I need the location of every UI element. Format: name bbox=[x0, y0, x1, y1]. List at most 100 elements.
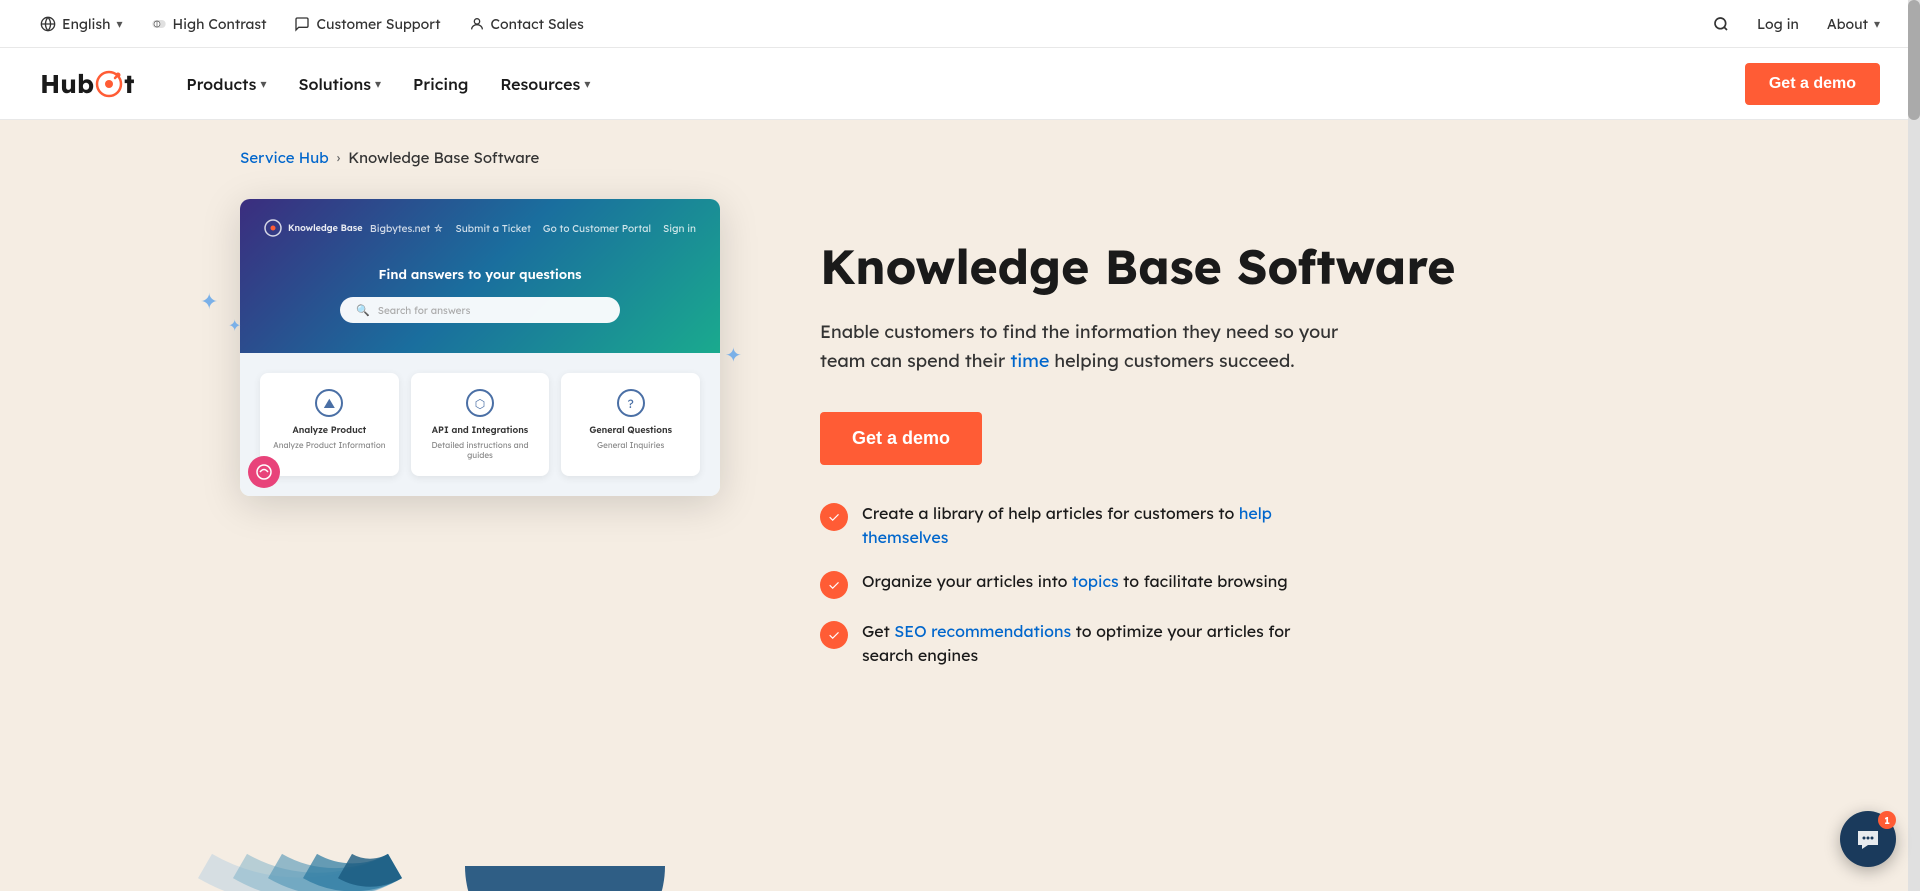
nav-resources[interactable]: Resources ▾ bbox=[488, 66, 602, 102]
deco-dot-cluster: ✦ bbox=[715, 342, 755, 406]
svg-text:✦: ✦ bbox=[200, 287, 218, 315]
mockup-cards: ▲ Analyze Product Analyze Product Inform… bbox=[260, 373, 700, 476]
nav-left: Hub t Products ▾ Solutions ▾ Pric bbox=[40, 66, 602, 102]
mockup-nav-links: Bigbytes.net ☆ Submit a Ticket Go to Cus… bbox=[370, 222, 696, 235]
hubspot-logo[interactable]: Hub t bbox=[40, 67, 134, 100]
breadcrumb: Service Hub › Knowledge Base Software bbox=[40, 120, 1880, 199]
mockup-nav-3: Go to Customer Portal bbox=[543, 222, 651, 235]
mockup-search-placeholder: Search for answers bbox=[378, 304, 471, 317]
mockup-container: ✦ ✦ Know bbox=[240, 199, 740, 496]
checklist: ✓ Create a library of help articles for … bbox=[820, 501, 1600, 667]
login-label: Log in bbox=[1757, 15, 1799, 33]
check-icon-2: ✓ bbox=[820, 571, 848, 599]
hero-description: Enable customers to find the information… bbox=[820, 318, 1360, 376]
check-highlight-3: SEO recommendations bbox=[894, 621, 1071, 641]
mockup-card-icon-3: ? bbox=[617, 389, 645, 417]
about-menu[interactable]: About ▾ bbox=[1827, 15, 1880, 33]
scrollbar-thumb[interactable] bbox=[1908, 0, 1920, 120]
high-contrast-label: High Contrast bbox=[173, 15, 267, 33]
breadcrumb-service-hub[interactable]: Service Hub bbox=[240, 148, 329, 167]
hero-title: Knowledge Base Software bbox=[820, 239, 1600, 294]
check-icon-1: ✓ bbox=[820, 503, 848, 531]
check-text-3: Get SEO recommendations to optimize your… bbox=[862, 619, 1342, 667]
check-highlight-1: help themselves bbox=[862, 503, 1272, 547]
nav-solutions[interactable]: Solutions ▾ bbox=[286, 66, 393, 102]
language-caret: ▾ bbox=[116, 16, 122, 31]
mockup-card-icon-1: ▲ bbox=[315, 389, 343, 417]
contrast-icon bbox=[151, 16, 167, 32]
chat-widget[interactable]: 1 bbox=[1840, 811, 1896, 867]
resources-caret: ▾ bbox=[584, 76, 590, 91]
mockup-card-icon-2: ⬡ bbox=[466, 389, 494, 417]
support-icon bbox=[294, 16, 310, 32]
nav-products[interactable]: Products ▾ bbox=[174, 66, 278, 102]
solutions-caret: ▾ bbox=[375, 76, 381, 91]
mockup-search-bar: 🔍 Search for answers bbox=[340, 297, 620, 323]
products-caret: ▾ bbox=[260, 76, 266, 91]
contact-sales-label: Contact Sales bbox=[491, 15, 584, 33]
mockup-body: ▲ Analyze Product Analyze Product Inform… bbox=[240, 353, 720, 496]
mockup-nav-bar: Knowledge Base Bigbytes.net ☆ Submit a T… bbox=[264, 219, 696, 237]
check-item-3: ✓ Get SEO recommendations to optimize yo… bbox=[820, 619, 1600, 667]
chat-icon bbox=[1854, 825, 1882, 853]
mockup-card-2: ⬡ API and Integrations Detailed instruct… bbox=[411, 373, 550, 476]
customer-support-label: Customer Support bbox=[316, 15, 440, 33]
language-label: English bbox=[62, 15, 110, 33]
check-item-1: ✓ Create a library of help articles for … bbox=[820, 501, 1600, 549]
mockup-kb-label: Knowledge Base bbox=[288, 223, 362, 234]
mockup-header: Knowledge Base Bigbytes.net ☆ Submit a T… bbox=[240, 199, 720, 353]
deco-stars: ✦ ✦ bbox=[200, 279, 260, 345]
search-button[interactable] bbox=[1713, 16, 1729, 32]
logo-icon bbox=[95, 70, 123, 98]
mockup-card-title-3: General Questions bbox=[573, 425, 688, 436]
nav-links: Products ▾ Solutions ▾ Pricing Resources… bbox=[174, 66, 602, 102]
mockup-nav-2: Submit a Ticket bbox=[456, 222, 531, 235]
check-text-1: Create a library of help articles for cu… bbox=[862, 501, 1342, 549]
mockup-title: Find answers to your questions bbox=[264, 267, 696, 283]
login-link[interactable]: Log in bbox=[1757, 15, 1799, 33]
svg-text:✦: ✦ bbox=[228, 315, 241, 335]
mockup-frame: Knowledge Base Bigbytes.net ☆ Submit a T… bbox=[240, 199, 720, 496]
arc-decoration bbox=[185, 666, 605, 870]
hero-section: ✦ ✦ Know bbox=[40, 199, 1640, 667]
search-icon bbox=[1713, 16, 1729, 32]
utility-left: English ▾ High Contrast Customer Support… bbox=[40, 15, 584, 33]
language-selector[interactable]: English ▾ bbox=[40, 15, 123, 33]
mockup-nav-4: Sign in bbox=[663, 222, 696, 235]
breadcrumb-current: Knowledge Base Software bbox=[348, 148, 539, 167]
check-highlight-2: topics bbox=[1072, 571, 1119, 591]
svg-text:✦: ✦ bbox=[725, 342, 742, 367]
main-nav: Hub t Products ▾ Solutions ▾ Pric bbox=[0, 48, 1920, 120]
deco-pink-circle bbox=[248, 456, 280, 488]
breadcrumb-separator: › bbox=[337, 150, 341, 166]
contact-sales-link[interactable]: Contact Sales bbox=[469, 15, 584, 33]
mockup-logo-icon bbox=[264, 219, 282, 237]
person-icon bbox=[469, 16, 485, 32]
mockup-nav-1: Bigbytes.net ☆ bbox=[370, 222, 444, 235]
utility-bar: English ▾ High Contrast Customer Support… bbox=[0, 0, 1920, 48]
hero-desc-2: helping customers succeed. bbox=[1049, 349, 1294, 372]
hero-content: Knowledge Base Software Enable customers… bbox=[820, 199, 1600, 667]
scrollbar[interactable] bbox=[1908, 0, 1920, 891]
mockup-card-title-2: API and Integrations bbox=[423, 425, 538, 436]
chat-badge: 1 bbox=[1878, 811, 1896, 829]
get-demo-button-hero[interactable]: Get a demo bbox=[820, 412, 982, 465]
mockup-card-3: ? General Questions General Inquiries bbox=[561, 373, 700, 476]
get-demo-button-nav[interactable]: Get a demo bbox=[1745, 63, 1880, 105]
content-area: Service Hub › Knowledge Base Software ✦ … bbox=[0, 120, 1920, 870]
check-item-2: ✓ Organize your articles into topics to … bbox=[820, 569, 1600, 599]
hero-desc-highlight: time bbox=[1010, 349, 1049, 372]
mockup-card-sub-1: Analyze Product Information bbox=[272, 440, 387, 450]
utility-right: Log in About ▾ bbox=[1713, 15, 1880, 33]
about-caret: ▾ bbox=[1874, 16, 1880, 31]
mockup-card-1: ▲ Analyze Product Analyze Product Inform… bbox=[260, 373, 399, 476]
mockup-card-title-1: Analyze Product bbox=[272, 425, 387, 436]
customer-support-link[interactable]: Customer Support bbox=[294, 15, 440, 33]
high-contrast-toggle[interactable]: High Contrast bbox=[151, 15, 267, 33]
check-icon-3: ✓ bbox=[820, 621, 848, 649]
mockup-search-icon: 🔍 bbox=[356, 303, 370, 317]
check-text-2: Organize your articles into topics to fa… bbox=[862, 569, 1288, 593]
globe-icon bbox=[40, 16, 56, 32]
about-label: About bbox=[1827, 15, 1868, 33]
nav-pricing[interactable]: Pricing bbox=[401, 66, 480, 102]
